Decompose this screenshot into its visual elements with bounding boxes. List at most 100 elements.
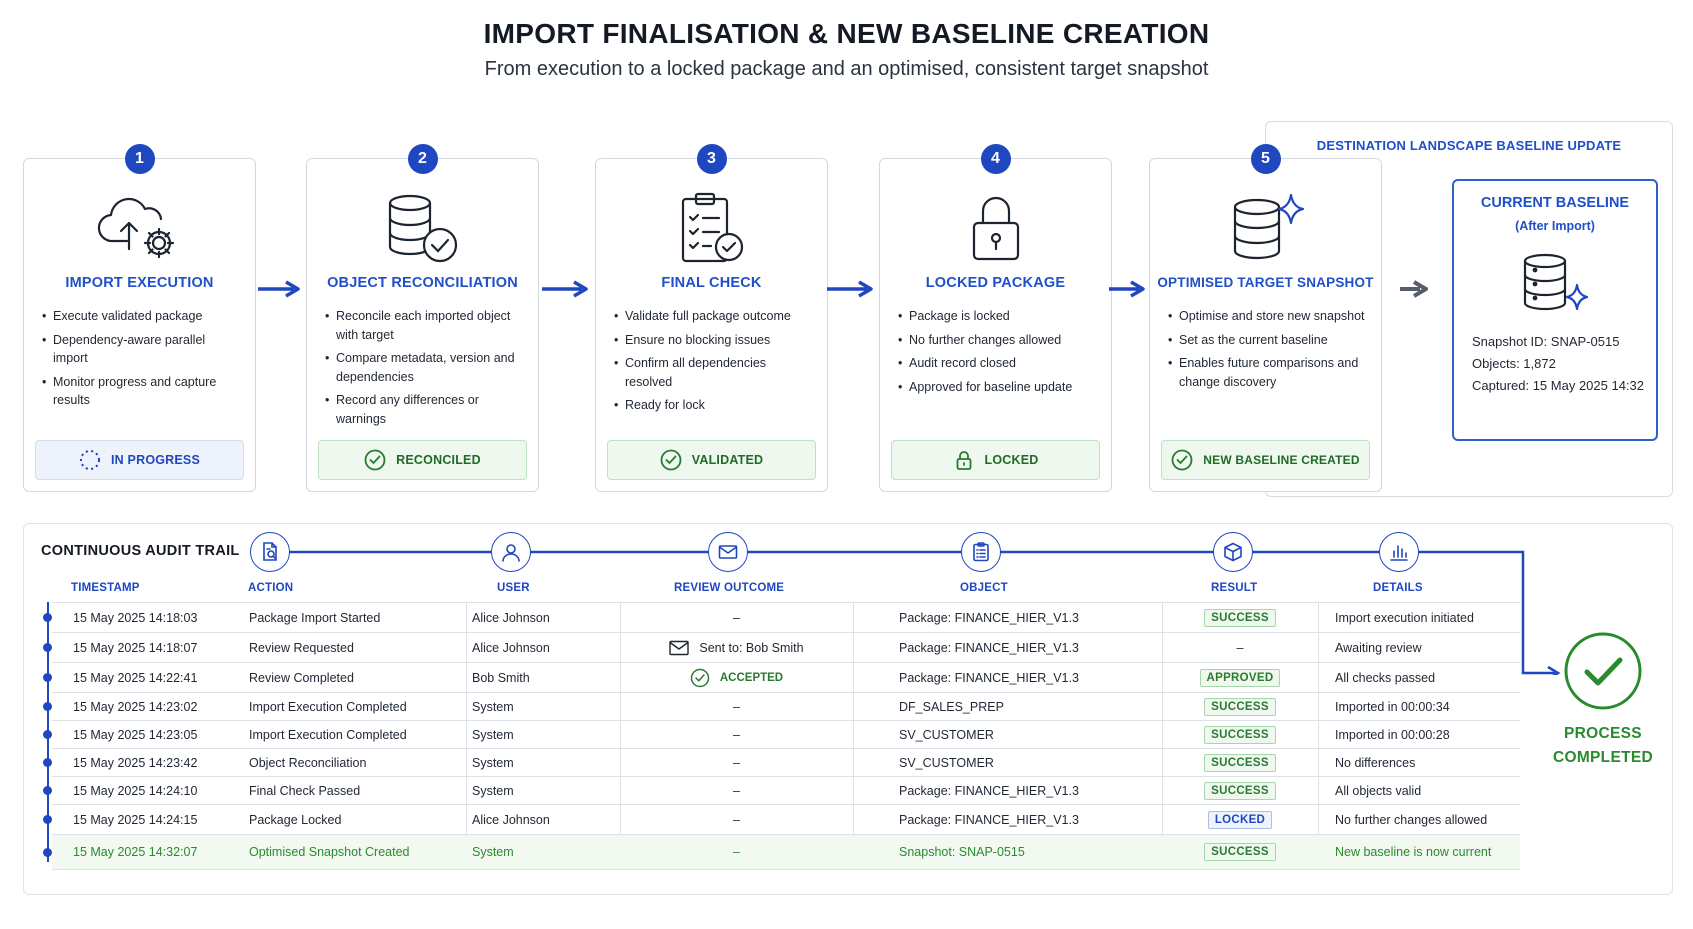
check-circle-icon — [364, 449, 386, 471]
current-baseline-card: CURRENT BASELINE (After Import) Snapshot… — [1452, 179, 1658, 441]
cell-text-timestamp: 15 May 2025 14:18:07 — [73, 640, 198, 655]
check-circle-icon — [1171, 449, 1193, 471]
table-cell-review: – — [620, 721, 853, 748]
timeline-dot — [43, 702, 52, 711]
cell-text-details: Awaiting review — [1335, 640, 1422, 655]
table-cell-action: Final Check Passed — [249, 777, 467, 804]
cube-icon — [1213, 532, 1253, 572]
table-cell-object: DF_SALES_PREP — [899, 693, 1204, 720]
completion-line2: COMPLETED — [1552, 749, 1653, 766]
table-cell-action: Object Reconciliation — [249, 749, 467, 776]
step-bullets: Optimise and store new snapshot Set as t… — [1168, 307, 1369, 396]
step-title: FINAL CHECK — [661, 275, 762, 291]
timeline-dot — [43, 643, 52, 652]
column-header-review-outcome: REVIEW OUTCOME — [674, 582, 785, 594]
bullet: Dependency-aware parallel import — [42, 331, 243, 368]
table-cell-result: SUCCESS — [1162, 777, 1318, 804]
table-cell-timestamp: 15 May 2025 14:23:05 — [73, 721, 243, 748]
page-title: IMPORT FINALISATION & NEW BASELINE CREAT… — [483, 18, 1210, 49]
bullet: Audit record closed — [898, 354, 1099, 373]
database-sparkle-icon — [1454, 251, 1656, 321]
column-header-result: RESULT — [1211, 582, 1258, 594]
table-cell-timestamp: 15 May 2025 14:22:41 — [73, 663, 243, 692]
table-cell-details: No differences — [1335, 749, 1520, 776]
cell-text-review: ACCEPTED — [719, 671, 784, 684]
cell-text-timestamp: 15 May 2025 14:24:15 — [73, 812, 198, 827]
document-search-icon — [250, 532, 290, 572]
bullet: Compare metadata, version and dependenci… — [325, 349, 526, 386]
table-cell-review: – — [620, 749, 853, 776]
table-row: 15 May 2025 14:18:03 Package Import Start… — [52, 602, 1520, 632]
cell-text-review: Sent to: Bob Smith — [699, 640, 804, 655]
step-title: OPTIMISED TARGET SNAPSHOT — [1157, 275, 1374, 290]
cell-text-user: System — [472, 783, 514, 798]
cell-text-timestamp: 15 May 2025 14:22:41 — [73, 670, 198, 685]
table-cell-details: New baseline is now current — [1335, 835, 1520, 869]
table-cell-details: Awaiting review — [1335, 633, 1520, 662]
table-cell-review: – — [620, 693, 853, 720]
cell-text-timestamp: 15 May 2025 14:24:10 — [73, 783, 198, 798]
column-header-timestamp: TIMESTAMP — [71, 582, 140, 594]
table-cell-object: Package: FINANCE_HIER_V1.3 — [899, 777, 1204, 804]
completion-line1: PROCESS — [1564, 725, 1642, 742]
cell-text-action: Import Execution Completed — [249, 727, 407, 742]
cell-text-action: Final Check Passed — [249, 783, 361, 798]
table-cell-review: – — [620, 805, 853, 834]
status-label: VALIDATED — [691, 453, 764, 467]
table-row: 15 May 2025 14:22:41 Review Completed Bob … — [52, 662, 1520, 692]
clipboard-list-icon — [961, 532, 1001, 572]
flow-arrow — [542, 280, 588, 298]
check-circle-icon — [690, 668, 710, 688]
bullet: Ready for lock — [614, 396, 815, 415]
table-cell-details: Import execution initiated — [1335, 603, 1520, 632]
bullet: Execute validated package — [42, 307, 243, 326]
step-title: OBJECT RECONCILIATION — [327, 275, 518, 291]
bullet: Confirm all dependencies resolved — [614, 354, 815, 391]
database-check-icon — [307, 189, 538, 269]
envelope-icon — [669, 640, 690, 656]
status-badge-new-baseline: NEW BASELINE CREATED — [1161, 440, 1370, 480]
cell-text-action: Optimised Snapshot Created — [249, 845, 410, 859]
cell-text-user: System — [472, 755, 514, 770]
table-row: 15 May 2025 14:23:02 Import Execution Com… — [52, 692, 1520, 720]
bullet: Validate full package outcome — [614, 307, 815, 326]
table-cell-object: Snapshot: SNAP-0515 — [899, 835, 1204, 869]
column-header-action: ACTION — [248, 582, 294, 594]
cell-text-review: – — [733, 755, 740, 770]
table-cell-result: APPROVED — [1162, 663, 1318, 692]
step-final-check: 3 FINAL CHECK Validate full package outc… — [595, 144, 828, 492]
cell-text-timestamp: 15 May 2025 14:23:02 — [73, 699, 198, 714]
status-label: RECONCILED — [396, 453, 481, 467]
table-cell-result: SUCCESS — [1162, 749, 1318, 776]
baseline-captured: Captured: 15 May 2025 14:32 — [1472, 378, 1645, 393]
cell-text-user: Alice Johnson — [472, 610, 550, 625]
table-cell-action: Package Locked — [249, 805, 467, 834]
table-cell-action: Import Execution Completed — [249, 721, 467, 748]
status-badge-reconciled: RECONCILED — [318, 440, 527, 480]
status-badge-locked: LOCKED — [891, 440, 1100, 480]
table-cell-user: Alice Johnson — [472, 633, 620, 662]
table-cell-review: Sent to: Bob Smith — [620, 633, 853, 662]
table-row: 15 May 2025 14:18:07 Review Requested Alic… — [52, 632, 1520, 662]
table-cell-user: Bob Smith — [472, 663, 620, 692]
cell-text-timestamp: 15 May 2025 14:23:05 — [73, 727, 198, 742]
cell-text-object: Package: FINANCE_HIER_V1.3 — [899, 610, 1079, 625]
cell-text-object: SV_CUSTOMER — [899, 727, 994, 742]
check-circle-icon — [660, 449, 682, 471]
step-number: 4 — [980, 144, 1011, 174]
table-cell-timestamp: 15 May 2025 14:24:15 — [73, 805, 243, 834]
table-cell-result: – — [1162, 633, 1318, 662]
baseline-snapshot-id: Snapshot ID: SNAP-0515 — [1472, 334, 1620, 349]
step-import-execution: 1 IMPORT EXECUTION Execute validated pac… — [23, 144, 256, 492]
timeline-dot — [43, 673, 52, 682]
cell-text-review: – — [733, 727, 740, 742]
step-optimised-target-snapshot: 5 OPTIMISED TARGET SNAPSHOT Optimise and… — [1149, 144, 1382, 492]
status-badge: SUCCESS — [1204, 697, 1276, 716]
step-object-reconciliation: 2 OBJECT RECONCILIATION Reconcile each i… — [306, 144, 539, 492]
envelope-icon — [708, 532, 748, 572]
table-row: 15 May 2025 14:32:07 Optimised Snapshot C… — [52, 834, 1520, 870]
table-cell-timestamp: 15 May 2025 14:23:02 — [73, 693, 243, 720]
table-cell-user: System — [472, 749, 620, 776]
table-cell-details: All objects valid — [1335, 777, 1520, 804]
bullet: Optimise and store new snapshot — [1168, 307, 1369, 326]
